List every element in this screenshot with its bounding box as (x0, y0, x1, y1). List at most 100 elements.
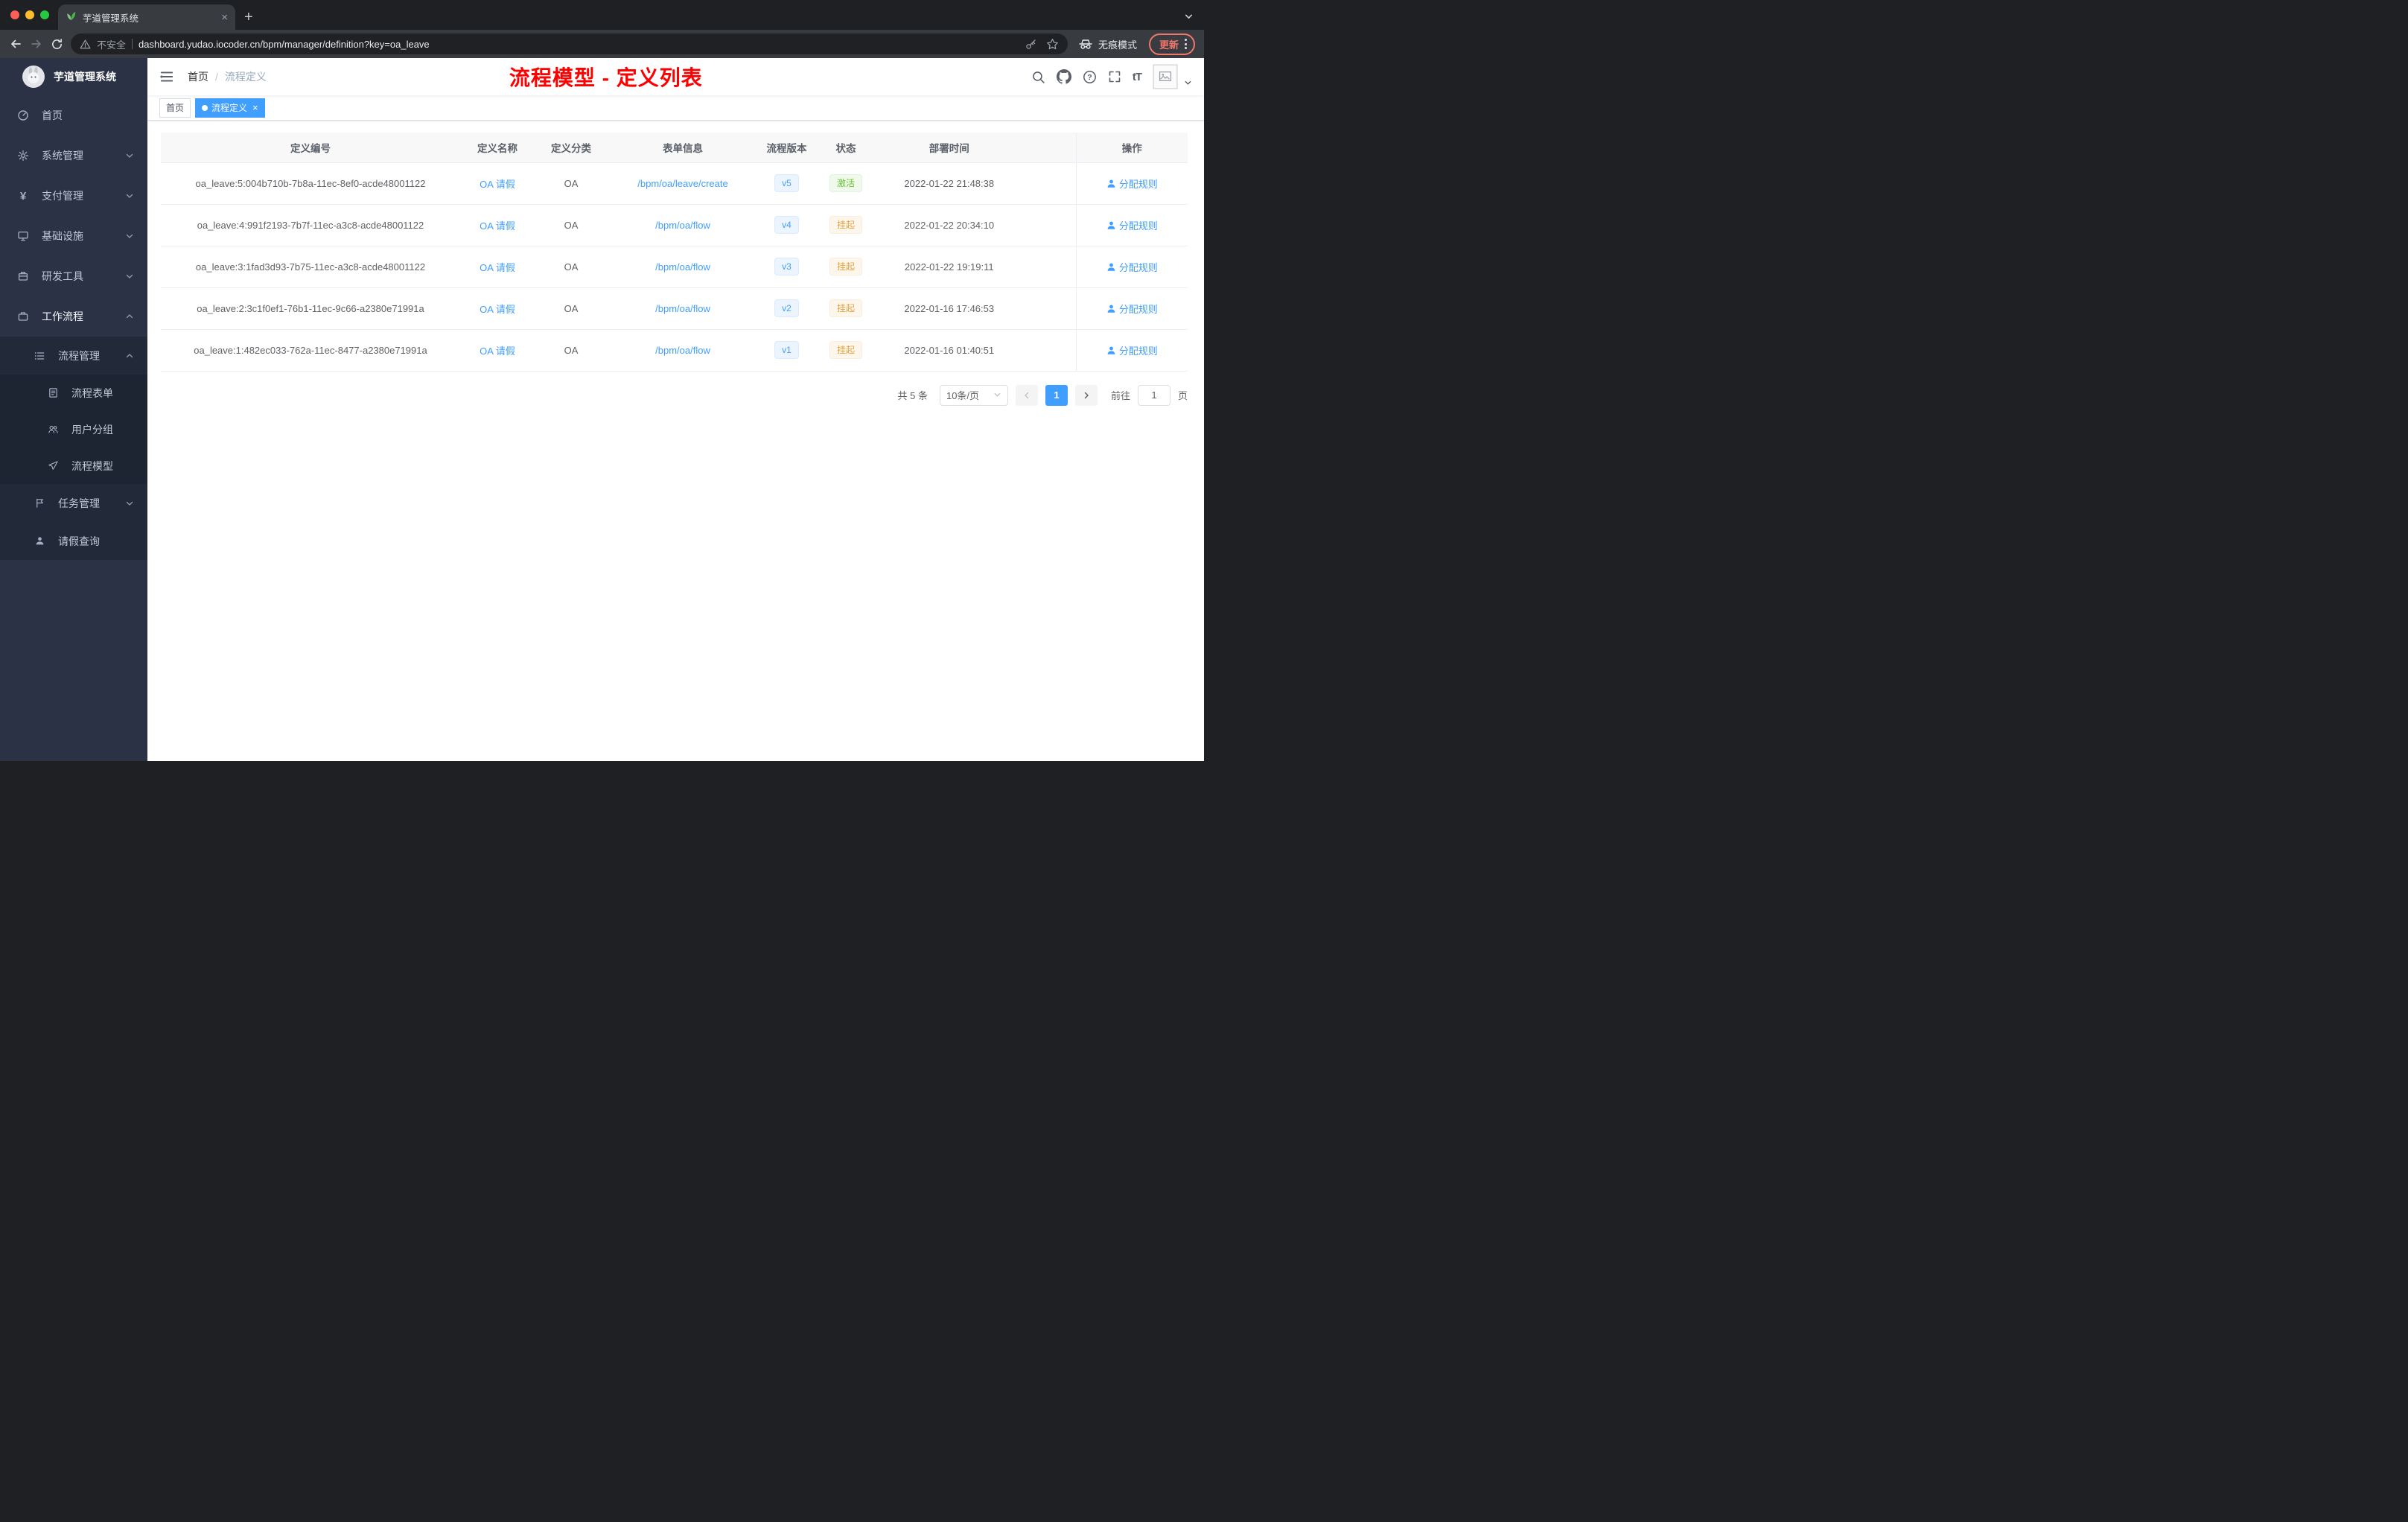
sidebar-item-infra[interactable]: 基础设施 (0, 216, 147, 256)
menu-label: 研发工具 (42, 270, 83, 282)
sidebar-item-home[interactable]: 首页 (0, 95, 147, 136)
tag-current[interactable]: 流程定义 × (195, 98, 265, 118)
avatar-caret-icon[interactable] (1184, 79, 1192, 87)
column-header: 定义编号 (161, 133, 460, 163)
app-logo[interactable]: 芋道管理系统 (0, 58, 147, 95)
sidebar-item-devtools[interactable]: 研发工具 (0, 256, 147, 296)
tag-close-icon[interactable]: × (252, 103, 258, 112)
page-number-1[interactable]: 1 (1045, 384, 1068, 406)
back-button[interactable] (9, 37, 22, 51)
help-icon[interactable]: ? (1083, 70, 1097, 84)
not-secure-warning-icon (80, 39, 91, 50)
window-controls (10, 10, 49, 19)
font-size-icon[interactable]: tT (1133, 71, 1142, 83)
menu-label: 首页 (42, 109, 63, 121)
status-cell: 激活 (815, 162, 876, 205)
search-icon[interactable] (1031, 70, 1045, 84)
definition-name-link[interactable]: OA 请假 (480, 304, 515, 315)
address-bar[interactable]: 不安全 dashboard.yudao.iocoder.cn/bpm/manag… (71, 34, 1068, 54)
hamburger-icon[interactable] (159, 69, 174, 84)
tags-view: 首页 流程定义 × (147, 95, 1204, 121)
menu-label: 流程管理 (58, 349, 100, 362)
menu-dots-icon[interactable] (1185, 39, 1187, 49)
next-page-button[interactable] (1074, 384, 1098, 406)
definition-name-link[interactable]: OA 请假 (480, 220, 515, 232)
assign-rule-link[interactable]: 分配规则 (1106, 218, 1158, 232)
menu-label: 请假查询 (58, 535, 100, 547)
version-cell: v3 (758, 246, 815, 288)
deploy-time: 2022-01-22 21:48:38 (876, 162, 1076, 205)
window-close-button[interactable] (10, 10, 19, 19)
definition-id: oa_leave:1:482ec033-762a-11ec-8477-a2380… (161, 329, 460, 372)
menu-label: 支付管理 (42, 190, 83, 202)
sidebar-item-user-group[interactable]: 用户分组 (0, 411, 147, 448)
definition-category: OA (535, 204, 608, 246)
definition-id: oa_leave:2:3c1f0ef1-76b1-11ec-9c66-a2380… (161, 287, 460, 330)
new-tab-button[interactable]: + (244, 10, 253, 25)
form-info-link[interactable]: /bpm/oa/flow (655, 345, 710, 356)
goto-page-input[interactable] (1137, 384, 1170, 406)
assign-rule-link[interactable]: 分配规则 (1106, 176, 1158, 191)
browser-tab[interactable]: 芋道管理系统 × (58, 4, 235, 30)
sidebar-item-process-form[interactable]: 流程表单 (0, 375, 147, 411)
assign-rule-label: 分配规则 (1118, 345, 1158, 357)
page-size-select[interactable]: 10条/页 (939, 384, 1008, 406)
active-tag-dot (202, 104, 208, 111)
chevron-down-icon (125, 272, 134, 281)
incognito-badge: 无痕模式 (1078, 37, 1137, 51)
password-key-icon[interactable] (1025, 38, 1037, 50)
definition-table: 定义编号 定义名称 定义分类 表单信息 流程版本 状态 部署时间 操作 oa_leave:5:… (161, 133, 1188, 372)
tab-search-icon[interactable] (1184, 12, 1194, 22)
table-row: oa_leave:1:482ec033-762a-11ec-8477-a2380… (161, 329, 1188, 372)
sidebar-item-system[interactable]: 系统管理 (0, 136, 147, 176)
assign-rule-link[interactable]: 分配规则 (1106, 343, 1158, 357)
page-content: 定义编号 定义名称 定义分类 表单信息 流程版本 状态 部署时间 操作 oa_leave:5:… (147, 121, 1204, 761)
sidebar-item-leave-query[interactable]: 请假查询 (0, 522, 147, 560)
menu-label: 工作流程 (42, 311, 83, 322)
chevron-down-icon (125, 499, 134, 508)
column-header: 流程版本 (758, 133, 815, 163)
assign-user-icon (1107, 304, 1115, 313)
definition-name-link[interactable]: OA 请假 (480, 346, 515, 357)
deploy-time: 2022-01-22 20:34:10 (876, 204, 1076, 246)
form-info-link[interactable]: /bpm/oa/leave/create (637, 178, 727, 189)
reload-button[interactable] (51, 38, 63, 51)
action-cell: 分配规则 (1075, 287, 1188, 330)
form-info-link[interactable]: /bpm/oa/flow (655, 220, 710, 231)
definition-name-link[interactable]: OA 请假 (480, 179, 515, 190)
sidebar-item-task-mgmt[interactable]: 任务管理 (0, 484, 147, 522)
window-zoom-button[interactable] (40, 10, 49, 19)
definition-name-link[interactable]: OA 请假 (480, 262, 515, 273)
update-label: 更新 (1159, 39, 1179, 51)
window-minimize-button[interactable] (25, 10, 34, 19)
column-header: 定义名称 (460, 133, 535, 163)
sidebar-item-process-mgmt[interactable]: 流程管理 (0, 337, 147, 375)
gear-icon (16, 150, 30, 162)
dashboard-icon (16, 109, 30, 121)
status-tag: 激活 (829, 174, 862, 192)
sidebar-item-payment[interactable]: ¥ 支付管理 (0, 176, 147, 216)
tag-home[interactable]: 首页 (159, 98, 191, 118)
assign-rule-link[interactable]: 分配规则 (1106, 260, 1158, 274)
github-icon[interactable] (1056, 69, 1071, 84)
prev-page-button[interactable] (1015, 384, 1038, 406)
action-cell: 分配规则 (1075, 329, 1188, 372)
column-header: 操作 (1075, 133, 1188, 163)
browser-tabstrip: 芋道管理系统 × + (0, 0, 1204, 30)
user-avatar[interactable] (1153, 64, 1178, 89)
update-chrome-button[interactable]: 更新 (1148, 33, 1195, 55)
definition-name-cell: OA 请假 (460, 287, 535, 330)
chevron-down-icon (125, 151, 134, 160)
tag-label: 首页 (166, 103, 185, 113)
fullscreen-icon[interactable] (1108, 70, 1121, 83)
form-info-link[interactable]: /bpm/oa/flow (655, 261, 710, 273)
breadcrumb-home[interactable]: 首页 (188, 69, 208, 84)
tab-close-icon[interactable]: × (221, 11, 228, 24)
assign-rule-link[interactable]: 分配规则 (1106, 302, 1158, 316)
form-info-link[interactable]: /bpm/oa/flow (655, 303, 710, 314)
bookmark-star-icon[interactable] (1046, 38, 1059, 51)
sidebar-item-process-model[interactable]: 流程模型 (0, 448, 147, 484)
action-cell: 分配规则 (1075, 204, 1188, 246)
sidebar-item-workflow[interactable]: 工作流程 (0, 296, 147, 337)
forward-button[interactable] (30, 37, 43, 51)
